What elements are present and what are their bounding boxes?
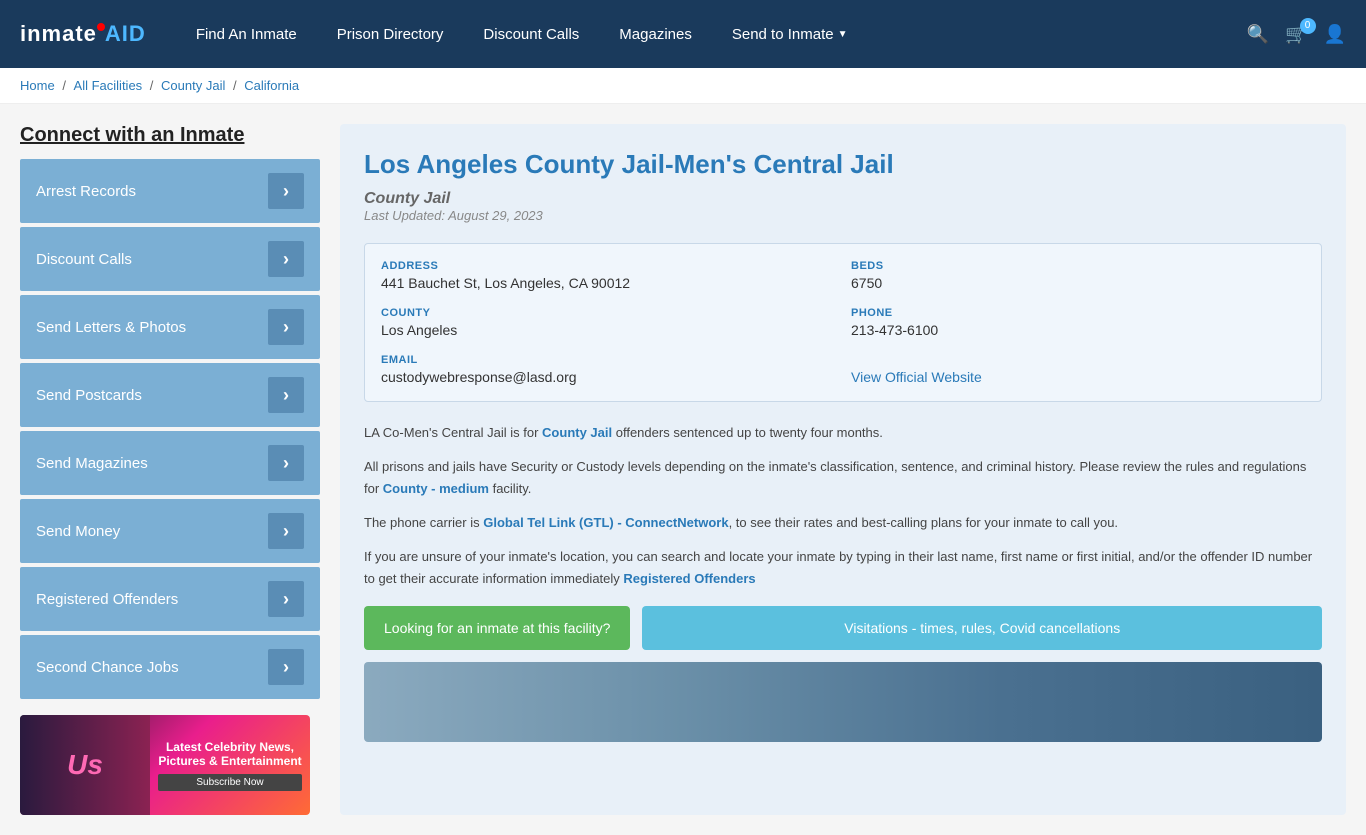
main-nav: Find An Inmate Prison Directory Discount… — [176, 0, 1247, 68]
facility-content: Los Angeles County Jail-Men's Central Ja… — [340, 124, 1346, 815]
facility-name: Los Angeles County Jail-Men's Central Ja… — [364, 148, 1322, 182]
ad-brand: Us — [67, 749, 103, 781]
sidebar-item-second-chance-jobs[interactable]: Second Chance Jobs › — [20, 635, 320, 699]
nav-send-to-inmate[interactable]: Send to Inmate ▼ — [712, 0, 868, 68]
address-label: ADDRESS — [381, 260, 835, 272]
breadcrumb-california[interactable]: California — [244, 78, 299, 93]
county-medium-link[interactable]: County - medium — [383, 481, 489, 496]
sidebar-item-send-postcards[interactable]: Send Postcards › — [20, 363, 320, 427]
county-jail-link-1[interactable]: County Jail — [542, 425, 612, 440]
sidebar-item-discount-calls[interactable]: Discount Calls › — [20, 227, 320, 291]
logo-text: inmate AID — [20, 21, 146, 47]
nav-magazines[interactable]: Magazines — [599, 0, 712, 68]
sidebar-item-label: Send Magazines — [36, 455, 148, 472]
chevron-down-icon: ▼ — [838, 29, 848, 40]
cart-badge: 0 — [1300, 18, 1316, 34]
arrow-icon: › — [268, 377, 304, 413]
ad-image: Us — [20, 715, 150, 815]
ad-title: Latest Celebrity News, Pictures & Entert… — [158, 740, 302, 768]
info-county: COUNTY Los Angeles — [381, 307, 835, 338]
desc-para-1: LA Co-Men's Central Jail is for County J… — [364, 422, 1322, 444]
breadcrumb-county-jail[interactable]: County Jail — [161, 78, 225, 93]
nav-find-inmate[interactable]: Find An Inmate — [176, 0, 317, 68]
facility-type: County Jail — [364, 190, 1322, 208]
sidebar-item-label: Send Money — [36, 523, 120, 540]
site-header: inmate AID Find An Inmate Prison Director… — [0, 0, 1366, 68]
desc-para-4: If you are unsure of your inmate's locat… — [364, 546, 1322, 590]
facility-description: LA Co-Men's Central Jail is for County J… — [364, 422, 1322, 591]
website-label-blank — [851, 354, 1305, 366]
sidebar-item-label: Send Postcards — [36, 387, 142, 404]
facility-photo-strip — [364, 662, 1322, 742]
advertisement: Us Latest Celebrity News, Pictures & Ent… — [20, 715, 310, 815]
main-content: Connect with an Inmate Arrest Records › … — [0, 104, 1366, 835]
arrow-icon: › — [268, 649, 304, 685]
visitations-button[interactable]: Visitations - times, rules, Covid cancel… — [642, 606, 1322, 650]
logo[interactable]: inmate AID — [20, 21, 146, 47]
sidebar: Connect with an Inmate Arrest Records › … — [20, 124, 320, 815]
breadcrumb-sep-3: / — [233, 78, 240, 93]
arrow-icon: › — [268, 241, 304, 277]
info-phone: PHONE 213-473-6100 — [851, 307, 1305, 338]
arrow-icon: › — [268, 173, 304, 209]
info-website: View Official Website — [851, 354, 1305, 385]
user-icon[interactable]: 👤 — [1324, 24, 1346, 45]
sidebar-item-arrest-records[interactable]: Arrest Records › — [20, 159, 320, 223]
facility-info-grid: ADDRESS 441 Bauchet St, Los Angeles, CA … — [364, 243, 1322, 402]
sidebar-item-label: Send Letters & Photos — [36, 319, 186, 336]
photo-strip-inner — [364, 662, 1322, 742]
nav-prison-directory[interactable]: Prison Directory — [317, 0, 464, 68]
desc-para-3: The phone carrier is Global Tel Link (GT… — [364, 512, 1322, 534]
breadcrumb-home[interactable]: Home — [20, 78, 55, 93]
view-official-website-link[interactable]: View Official Website — [851, 369, 982, 385]
arrow-icon: › — [268, 445, 304, 481]
address-value: 441 Bauchet St, Los Angeles, CA 90012 — [381, 275, 835, 291]
registered-offenders-link[interactable]: Registered Offenders — [623, 571, 755, 586]
breadcrumb: Home / All Facilities / County Jail / Ca… — [0, 68, 1366, 104]
find-inmate-button[interactable]: Looking for an inmate at this facility? — [364, 606, 630, 650]
logo-aid: AID — [105, 21, 146, 46]
breadcrumb-all-facilities[interactable]: All Facilities — [74, 78, 143, 93]
ad-subscribe-button[interactable]: Subscribe Now — [158, 774, 302, 791]
info-address: ADDRESS 441 Bauchet St, Los Angeles, CA … — [381, 260, 835, 291]
arrow-icon: › — [268, 581, 304, 617]
header-icons: 🔍 🛒 0 👤 — [1247, 24, 1346, 45]
sidebar-menu: Arrest Records › Discount Calls › Send L… — [20, 159, 320, 699]
info-email: EMAIL custodywebresponse@lasd.org — [381, 354, 835, 385]
county-value: Los Angeles — [381, 322, 835, 338]
search-icon[interactable]: 🔍 — [1247, 24, 1269, 45]
breadcrumb-sep-1: / — [62, 78, 69, 93]
cart-icon[interactable]: 🛒 0 — [1285, 24, 1307, 45]
ad-text: Latest Celebrity News, Pictures & Entert… — [150, 732, 310, 799]
sidebar-title: Connect with an Inmate — [20, 124, 320, 147]
gtl-link[interactable]: Global Tel Link (GTL) - ConnectNetwork — [483, 515, 728, 530]
breadcrumb-sep-2: / — [150, 78, 157, 93]
info-beds: BEDS 6750 — [851, 260, 1305, 291]
county-label: COUNTY — [381, 307, 835, 319]
phone-label: PHONE — [851, 307, 1305, 319]
email-value: custodywebresponse@lasd.org — [381, 369, 835, 385]
sidebar-item-label: Second Chance Jobs — [36, 659, 179, 676]
beds-label: BEDS — [851, 260, 1305, 272]
action-buttons: Looking for an inmate at this facility? … — [364, 606, 1322, 650]
email-label: EMAIL — [381, 354, 835, 366]
sidebar-item-label: Arrest Records — [36, 183, 136, 200]
nav-discount-calls[interactable]: Discount Calls — [463, 0, 599, 68]
sidebar-item-send-money[interactable]: Send Money › — [20, 499, 320, 563]
phone-value: 213-473-6100 — [851, 322, 1305, 338]
beds-value: 6750 — [851, 275, 1305, 291]
sidebar-item-send-letters[interactable]: Send Letters & Photos › — [20, 295, 320, 359]
facility-updated: Last Updated: August 29, 2023 — [364, 208, 1322, 223]
logo-inmate: inmate — [20, 21, 97, 46]
desc-para-2: All prisons and jails have Security or C… — [364, 456, 1322, 500]
arrow-icon: › — [268, 309, 304, 345]
logo-dot — [97, 23, 105, 31]
sidebar-item-registered-offenders[interactable]: Registered Offenders › — [20, 567, 320, 631]
sidebar-item-label: Discount Calls — [36, 251, 132, 268]
sidebar-item-send-magazines[interactable]: Send Magazines › — [20, 431, 320, 495]
sidebar-item-label: Registered Offenders — [36, 591, 178, 608]
arrow-icon: › — [268, 513, 304, 549]
